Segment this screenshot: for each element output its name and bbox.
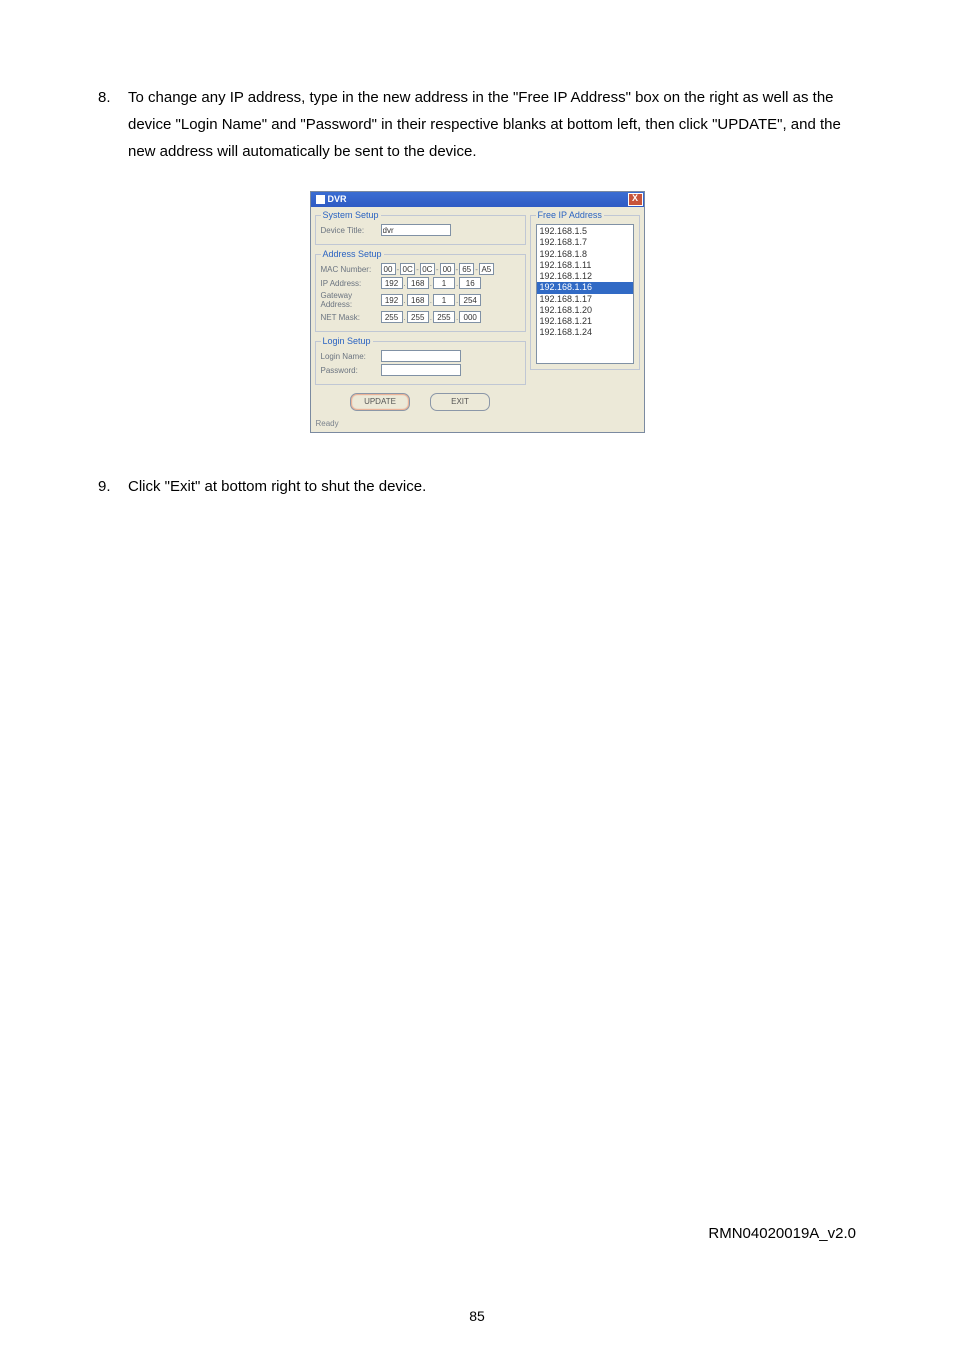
footer-doc-id: RMN04020019A_v2.0 bbox=[708, 1225, 856, 1242]
password-input[interactable] bbox=[381, 364, 461, 376]
nm-2[interactable] bbox=[433, 311, 455, 323]
window-title: DVR bbox=[328, 192, 347, 207]
close-button[interactable]: X bbox=[628, 193, 643, 206]
list-text-8: To change any IP address, type in the ne… bbox=[128, 84, 856, 165]
address-setup-legend: Address Setup bbox=[321, 249, 384, 259]
mac-4[interactable] bbox=[459, 263, 474, 275]
gw-1[interactable] bbox=[407, 294, 429, 306]
free-ip-item[interactable]: 192.168.1.17 bbox=[537, 294, 633, 305]
status-bar: Ready bbox=[311, 417, 644, 432]
login-setup-legend: Login Setup bbox=[321, 336, 373, 346]
ip-2[interactable] bbox=[433, 277, 455, 289]
mac-3[interactable] bbox=[440, 263, 455, 275]
gw-0[interactable] bbox=[381, 294, 403, 306]
free-ip-legend: Free IP Address bbox=[536, 210, 604, 220]
free-ip-item[interactable]: 192.168.1.20 bbox=[537, 305, 633, 316]
free-ip-listbox[interactable]: 192.168.1.5192.168.1.7192.168.1.8192.168… bbox=[536, 224, 634, 364]
ip-1[interactable] bbox=[407, 277, 429, 289]
nm-1[interactable] bbox=[407, 311, 429, 323]
netmask-label: NET Mask: bbox=[321, 313, 381, 322]
dvr-window: DVR X System Setup Device Title: Address… bbox=[310, 191, 645, 433]
gw-3[interactable] bbox=[459, 294, 481, 306]
mac-label: MAC Number: bbox=[321, 265, 381, 274]
ip-3[interactable] bbox=[459, 277, 481, 289]
gw-2[interactable] bbox=[433, 294, 455, 306]
ip-0[interactable] bbox=[381, 277, 403, 289]
list-number-9: 9. bbox=[98, 473, 128, 500]
free-ip-item[interactable]: 192.168.1.5 bbox=[537, 226, 633, 237]
nm-0[interactable] bbox=[381, 311, 403, 323]
login-name-input[interactable] bbox=[381, 350, 461, 362]
free-ip-item[interactable]: 192.168.1.11 bbox=[537, 260, 633, 271]
free-ip-item[interactable]: 192.168.1.16 bbox=[537, 282, 633, 293]
login-name-label: Login Name: bbox=[321, 352, 381, 361]
free-ip-item[interactable]: 192.168.1.8 bbox=[537, 249, 633, 260]
device-title-label: Device Title: bbox=[321, 226, 381, 235]
list-text-9: Click "Exit" at bottom right to shut the… bbox=[128, 473, 856, 500]
list-number-8: 8. bbox=[98, 84, 128, 165]
ip-label: IP Address: bbox=[321, 279, 381, 288]
exit-button[interactable]: EXIT bbox=[430, 393, 490, 411]
screenshot-figure: DVR X System Setup Device Title: Address… bbox=[98, 191, 856, 433]
mac-0[interactable] bbox=[381, 263, 396, 275]
page-number: 85 bbox=[0, 1308, 954, 1324]
list-item-9: 9. Click "Exit" at bottom right to shut … bbox=[98, 473, 856, 500]
mac-5[interactable] bbox=[479, 263, 494, 275]
title-bar: DVR X bbox=[311, 192, 644, 207]
device-title-input[interactable] bbox=[381, 224, 451, 236]
password-label: Password: bbox=[321, 366, 381, 375]
gateway-label: Gateway Address: bbox=[321, 291, 381, 309]
mac-2[interactable] bbox=[420, 263, 435, 275]
free-ip-item[interactable]: 192.168.1.7 bbox=[537, 237, 633, 248]
system-setup-group: System Setup Device Title: bbox=[315, 210, 526, 245]
app-icon bbox=[316, 195, 325, 204]
system-setup-legend: System Setup bbox=[321, 210, 381, 220]
nm-3[interactable] bbox=[459, 311, 481, 323]
update-button[interactable]: UPDATE bbox=[350, 393, 410, 411]
free-ip-group: Free IP Address 192.168.1.5192.168.1.719… bbox=[530, 210, 640, 370]
login-setup-group: Login Setup Login Name: Password: bbox=[315, 336, 526, 385]
free-ip-item[interactable]: 192.168.1.12 bbox=[537, 271, 633, 282]
free-ip-item[interactable]: 192.168.1.21 bbox=[537, 316, 633, 327]
mac-1[interactable] bbox=[400, 263, 415, 275]
address-setup-group: Address Setup MAC Number: - - - - - IP A… bbox=[315, 249, 526, 332]
free-ip-item[interactable]: 192.168.1.24 bbox=[537, 327, 633, 338]
list-item-8: 8. To change any IP address, type in the… bbox=[98, 84, 856, 165]
